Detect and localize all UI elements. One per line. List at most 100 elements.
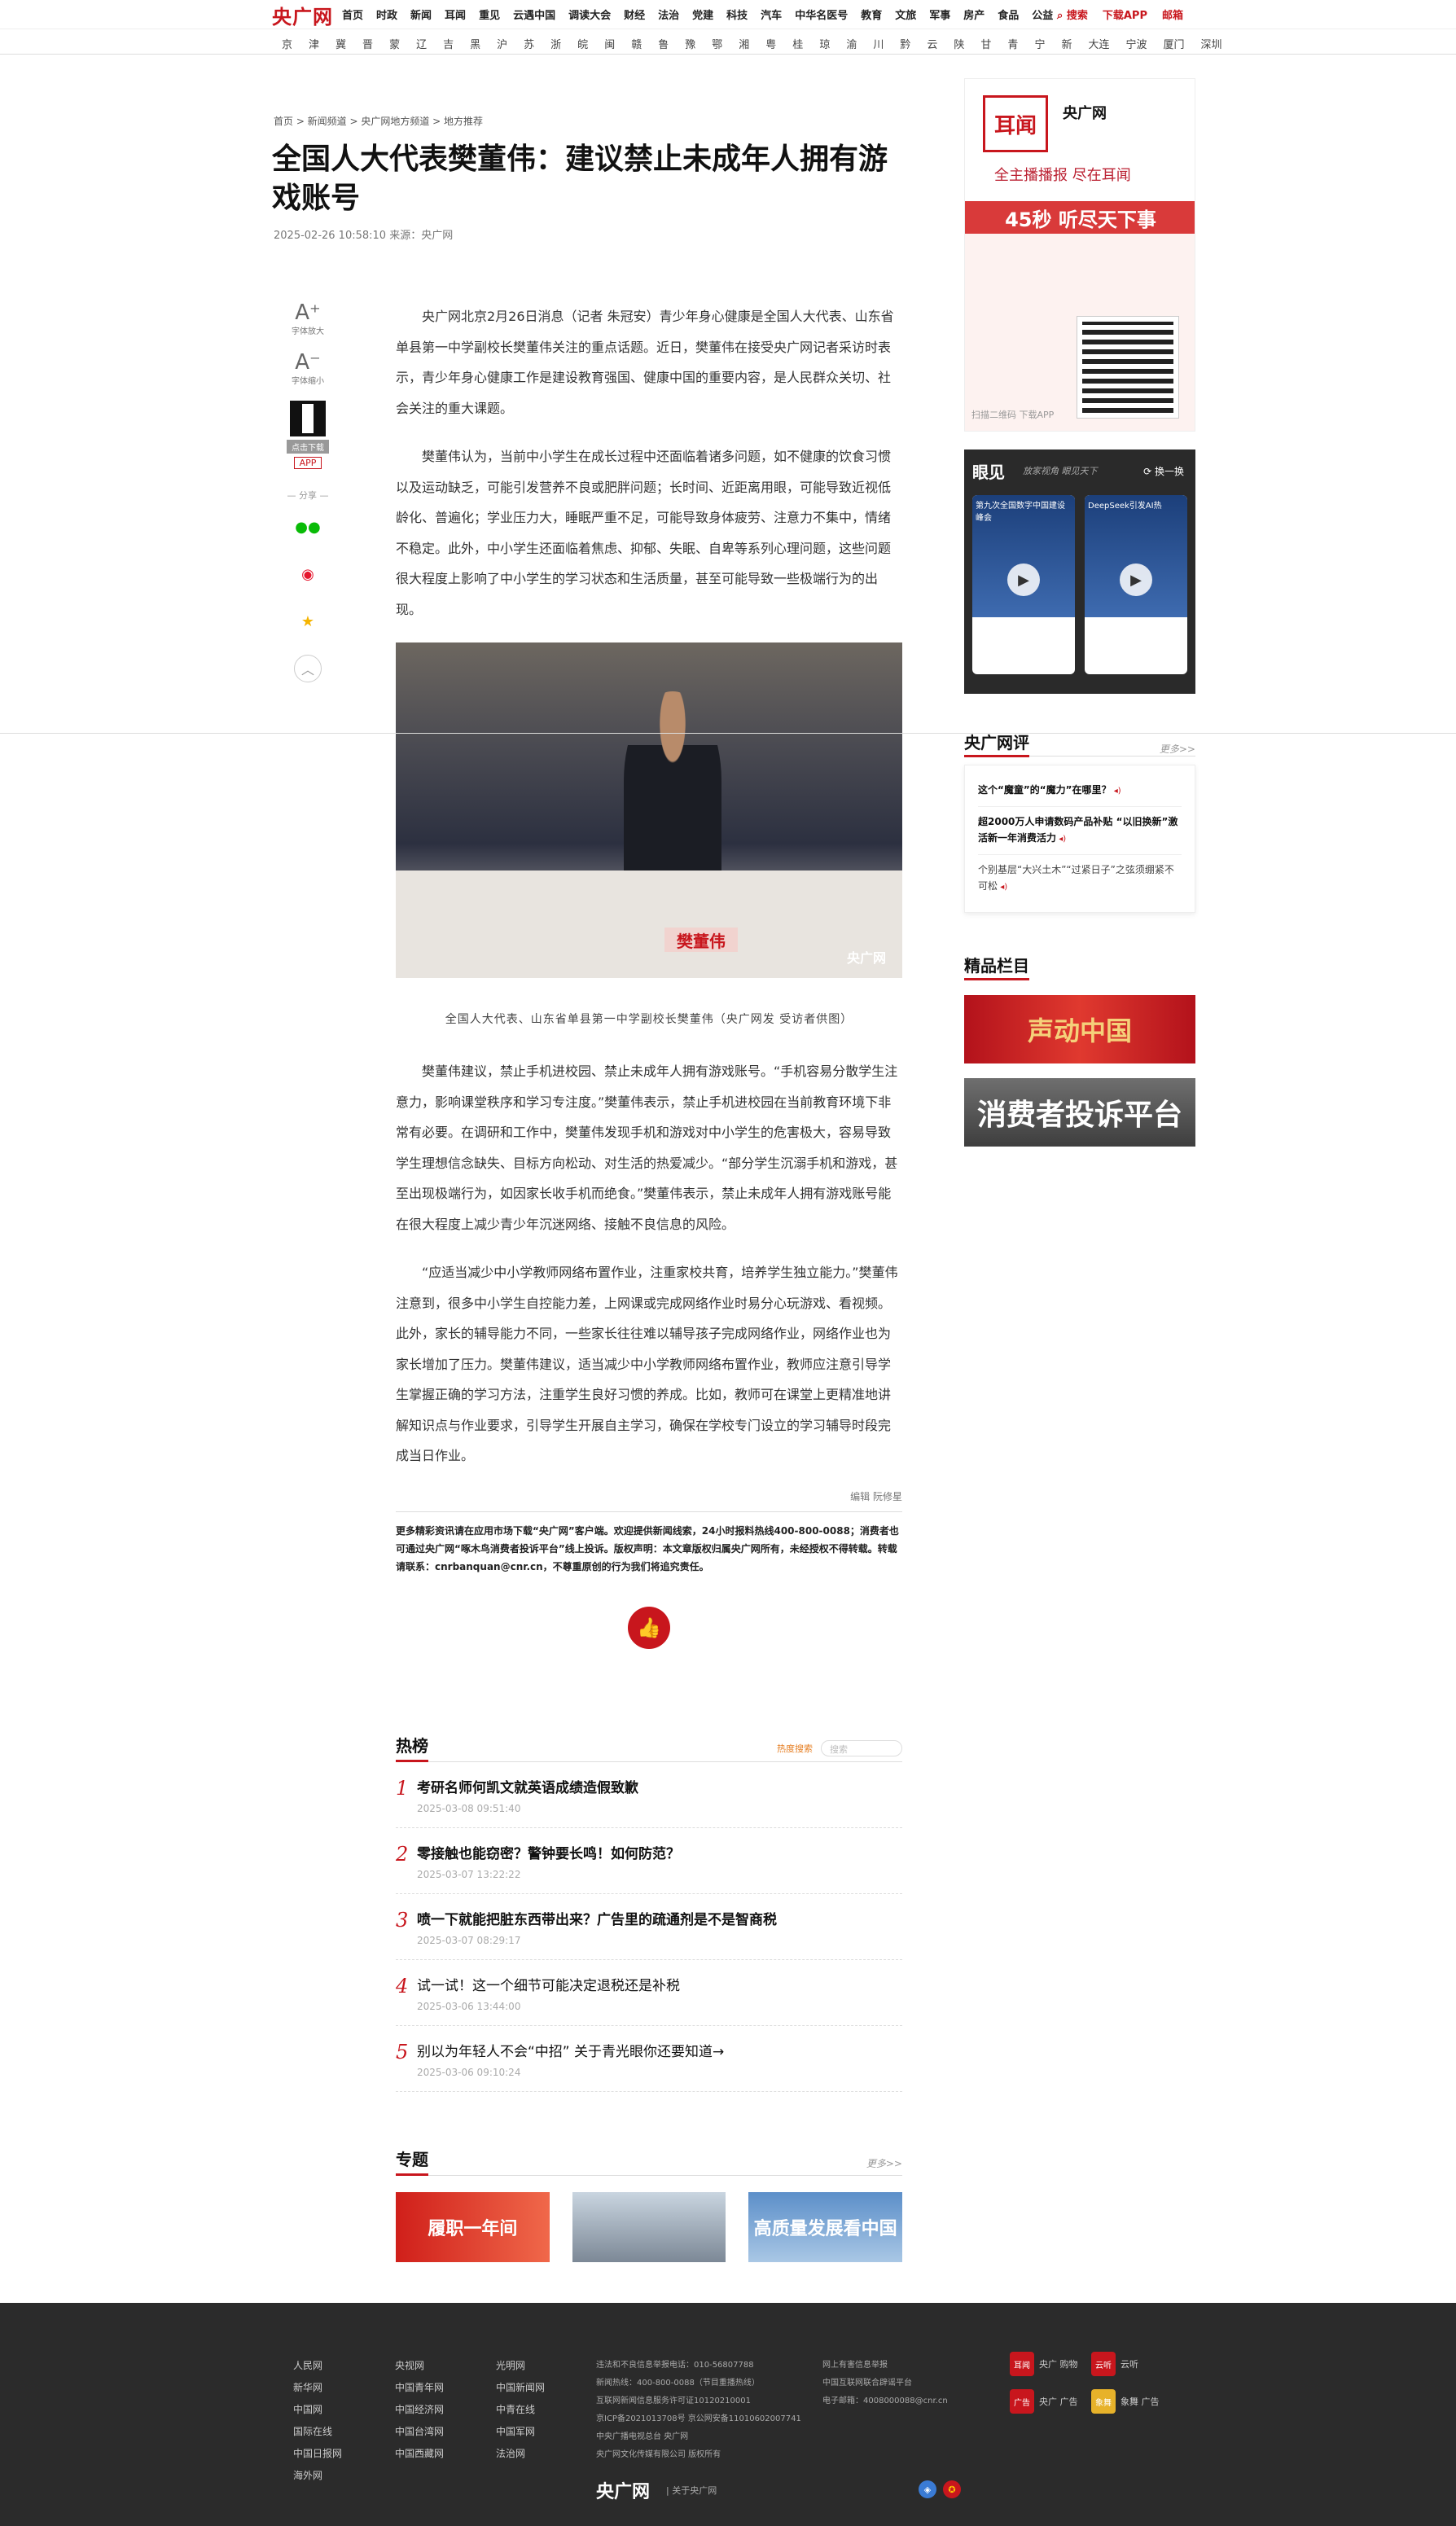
nav-item[interactable]: 教育 xyxy=(861,7,882,22)
province-link[interactable]: 粤 xyxy=(765,36,776,51)
hot-search-input[interactable]: 搜索 xyxy=(821,1740,902,1756)
province-link[interactable]: 大连 xyxy=(1088,36,1109,51)
hot-title-text[interactable]: 零接触也能窃密？警钟要长鸣！如何防范？ xyxy=(417,1844,680,1864)
province-link[interactable]: 宁 xyxy=(1034,36,1045,51)
hot-item[interactable]: 4 试一试！这一个细节可能决定退税还是补税 2025-03-06 13:44:00 xyxy=(396,1960,902,2026)
footer-link[interactable]: 央视网 xyxy=(395,2358,444,2372)
nav-item[interactable]: 首页 xyxy=(342,7,363,22)
nav-item[interactable]: 云遇中国 xyxy=(513,7,555,22)
nav-item[interactable]: 党建 xyxy=(692,7,713,22)
nav-item[interactable]: 公益 xyxy=(1032,7,1053,22)
nav-item[interactable]: 重见 xyxy=(479,7,500,22)
footer-app[interactable]: 象舞 象舞 广告 xyxy=(1091,2389,1173,2414)
province-link[interactable]: 渝 xyxy=(846,36,857,51)
search-link[interactable]: ⌕ 搜索 xyxy=(1057,7,1088,22)
video-card-1[interactable]: 第九次全国数字中国建设峰会 ▶ xyxy=(972,495,1075,674)
emblem-icon[interactable]: ✪ xyxy=(943,2480,961,2498)
footer-link[interactable]: 中国经济网 xyxy=(395,2402,444,2416)
hot-title-text[interactable]: 考研名师何凯文就英语成绩造假致歉 xyxy=(417,1778,638,1798)
province-link[interactable]: 新 xyxy=(1061,36,1072,51)
footer-link[interactable]: 人民网 xyxy=(293,2358,342,2372)
province-link[interactable]: 吉 xyxy=(443,36,454,51)
nav-item[interactable]: 房产 xyxy=(963,7,985,22)
footer-link[interactable]: 中国网 xyxy=(293,2402,342,2416)
province-link[interactable]: 津 xyxy=(309,36,319,51)
like-button[interactable]: 👍 xyxy=(628,1606,670,1649)
hot-title-text[interactable]: 喷一下就能把脏东西带出来？广告里的疏通剂是不是智商税 xyxy=(417,1910,777,1930)
province-link[interactable]: 鲁 xyxy=(658,36,669,51)
footer-link[interactable]: 光明网 xyxy=(496,2358,545,2372)
footer-app[interactable]: 云听 云听 xyxy=(1091,2352,1173,2376)
province-link[interactable]: 甘 xyxy=(980,36,991,51)
video-card-2[interactable]: DeepSeek引发AI热 ▶ xyxy=(1085,495,1187,674)
topic-banner-2[interactable] xyxy=(572,2192,726,2262)
province-link[interactable]: 云 xyxy=(927,36,937,51)
footer-info-line[interactable]: 中国互联网联合辟谣平台 xyxy=(822,2375,948,2392)
font-down-button[interactable]: A⁻ 字体缩小 xyxy=(292,351,324,386)
mail-link[interactable]: 邮箱 xyxy=(1162,7,1183,22)
footer-link[interactable]: 中国日报网 xyxy=(293,2446,342,2460)
hot-item[interactable]: 2 零接触也能窃密？警钟要长鸣！如何防范？ 2025-03-07 13:22:22 xyxy=(396,1828,902,1894)
province-link[interactable]: 黑 xyxy=(470,36,480,51)
site-logo[interactable]: 央广网 xyxy=(272,3,333,29)
scroll-top-icon[interactable]: ︿ xyxy=(294,655,322,682)
province-link[interactable]: 晋 xyxy=(362,36,373,51)
province-link[interactable]: 浙 xyxy=(550,36,561,51)
nav-item[interactable]: 食品 xyxy=(998,7,1019,22)
footer-app[interactable]: 耳闻 央广 购物 xyxy=(1010,2352,1091,2376)
province-link[interactable]: 厦门 xyxy=(1164,36,1185,51)
province-link[interactable]: 苏 xyxy=(524,36,534,51)
footer-info-line[interactable]: 网上有害信息举报 xyxy=(822,2357,948,2375)
province-link[interactable]: 湘 xyxy=(739,36,749,51)
province-link[interactable]: 辽 xyxy=(416,36,427,51)
province-link[interactable]: 冀 xyxy=(335,36,346,51)
province-link[interactable]: 赣 xyxy=(631,36,642,51)
province-link[interactable]: 黔 xyxy=(900,36,910,51)
about-link[interactable]: | 关于央广网 xyxy=(666,2484,717,2497)
footer-link[interactable]: 中青在线 xyxy=(496,2402,545,2416)
province-link[interactable]: 川 xyxy=(873,36,884,51)
police-badge-icon[interactable]: ◈ xyxy=(919,2480,936,2498)
province-link[interactable]: 桂 xyxy=(792,36,803,51)
download-app-link[interactable]: 下载APP xyxy=(1103,7,1147,22)
footer-link[interactable]: 国际在线 xyxy=(293,2424,342,2438)
commentary-item[interactable]: 超2000万人申请数码产品补贴 “以旧换新”激活新一年消费活力 ◂) xyxy=(978,807,1182,855)
app-ad[interactable]: 耳闻 央广网 全主播播报 尽在耳闻 45秒 听尽天下事 扫描二维码 下载APP xyxy=(964,78,1195,432)
province-link[interactable]: 鄂 xyxy=(712,36,722,51)
footer-link[interactable]: 中国台湾网 xyxy=(395,2424,444,2438)
footer-link[interactable]: 法治网 xyxy=(496,2446,545,2460)
footer-logo[interactable]: 央广网 xyxy=(596,2477,650,2503)
province-link[interactable]: 深圳 xyxy=(1201,36,1222,51)
nav-item[interactable]: 科技 xyxy=(726,7,748,22)
province-link[interactable]: 皖 xyxy=(577,36,588,51)
province-link[interactable]: 陕 xyxy=(954,36,964,51)
weibo-share-icon[interactable]: ◉ xyxy=(294,560,322,588)
hot-item[interactable]: 1 考研名师何凯文就英语成绩造假致歉 2025-03-08 09:51:40 xyxy=(396,1762,902,1828)
footer-link[interactable]: 中国军网 xyxy=(496,2424,545,2438)
topic-banner-3[interactable]: 高质量发展看中国 xyxy=(748,2192,903,2262)
commentary-item[interactable]: 这个“魔童”的“魔力”在哪里？ ◂) xyxy=(978,775,1182,807)
wechat-share-icon[interactable]: ●● xyxy=(294,513,322,541)
province-link[interactable]: 青 xyxy=(1007,36,1018,51)
province-link[interactable]: 琼 xyxy=(819,36,830,51)
hot-item[interactable]: 3 喷一下就能把脏东西带出来？广告里的疏通剂是不是智商税 2025-03-07 08… xyxy=(396,1894,902,1960)
hot-title-text[interactable]: 别以为年轻人不会“中招” 关于青光眼你还要知道→ xyxy=(417,2042,724,2062)
province-link[interactable]: 豫 xyxy=(685,36,695,51)
commentary-more-link[interactable]: 更多>> xyxy=(1160,742,1195,756)
nav-item[interactable]: 军事 xyxy=(929,7,950,22)
province-link[interactable]: 沪 xyxy=(497,36,507,51)
nav-item[interactable]: 调读大会 xyxy=(568,7,611,22)
nav-item[interactable]: 汽车 xyxy=(761,7,782,22)
footer-link[interactable]: 中国新闻网 xyxy=(496,2380,545,2394)
app-qr[interactable]: 点击下载 APP xyxy=(287,401,329,469)
nav-item[interactable]: 新闻 xyxy=(410,7,432,22)
footer-info-line[interactable]: 电子邮箱：4008000088@cnr.cn xyxy=(822,2392,948,2410)
topics-more-link[interactable]: 更多>> xyxy=(866,2156,902,2170)
nav-item[interactable]: 耳闻 xyxy=(445,7,466,22)
footer-link[interactable]: 中国青年网 xyxy=(395,2380,444,2394)
nav-item[interactable]: 文旅 xyxy=(895,7,916,22)
nav-item[interactable]: 中华名医号 xyxy=(795,7,848,22)
favorite-icon[interactable]: ★ xyxy=(294,607,322,635)
hot-item[interactable]: 5 别以为年轻人不会“中招” 关于青光眼你还要知道→ 2025-03-06 09:1… xyxy=(396,2026,902,2092)
refresh-button[interactable]: ⟳ 换一换 xyxy=(1143,464,1184,478)
